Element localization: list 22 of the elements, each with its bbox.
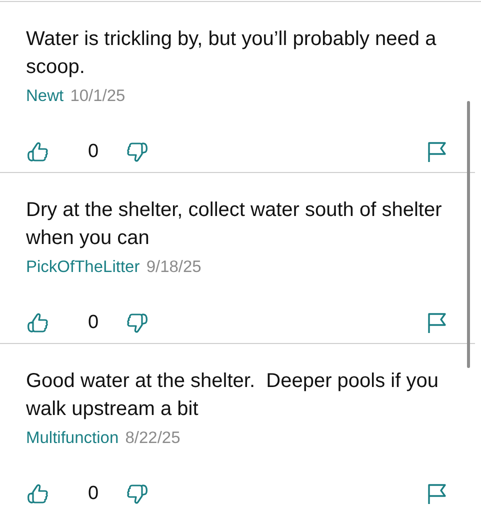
comment-date: 8/22/25 bbox=[125, 429, 180, 447]
flag-icon[interactable] bbox=[427, 312, 447, 334]
vote-count: 0 bbox=[88, 483, 99, 505]
vote-count: 0 bbox=[88, 141, 99, 163]
scrollbar[interactable] bbox=[467, 101, 470, 368]
flag-icon[interactable] bbox=[427, 483, 447, 505]
thumbs-down-icon[interactable] bbox=[124, 482, 149, 506]
comment-text: Dry at the shelter, collect water south of shelter when you can bbox=[26, 198, 443, 251]
thumbs-up-icon[interactable] bbox=[26, 311, 50, 335]
flag-icon[interactable] bbox=[427, 141, 447, 163]
thumbs-down-icon[interactable] bbox=[124, 140, 149, 164]
comment-text: Good water at the shelter. Deeper pools if you walk upstream a bit bbox=[26, 369, 440, 422]
comment-date: 9/18/25 bbox=[146, 258, 202, 276]
thumbs-up-icon[interactable] bbox=[26, 482, 50, 506]
thumbs-down-icon[interactable] bbox=[124, 311, 149, 335]
comment-date: 10/1/25 bbox=[70, 87, 126, 105]
author-link[interactable]: Multifunction bbox=[26, 429, 119, 447]
thumbs-up-icon[interactable] bbox=[26, 140, 50, 164]
author-link[interactable]: Newt bbox=[26, 87, 64, 105]
comment-text: Water is trickling by, but you’ll probably need a scoop. bbox=[26, 27, 438, 80]
author-link[interactable]: PickOfTheLitter bbox=[26, 258, 140, 276]
vote-count: 0 bbox=[88, 312, 99, 334]
